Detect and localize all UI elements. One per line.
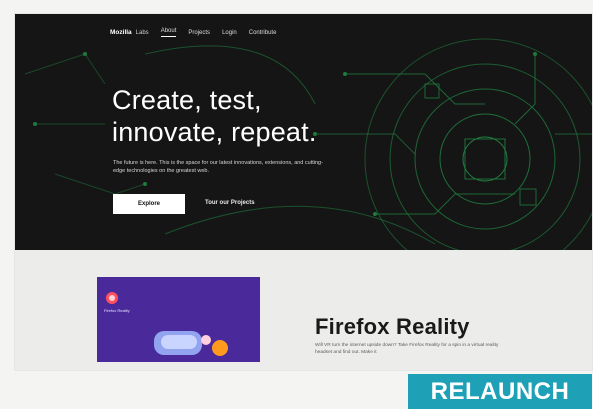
- nav-link-login[interactable]: Login: [222, 30, 237, 36]
- explore-button[interactable]: Explore: [113, 194, 185, 214]
- hero-subtext: The future is here. This is the space fo…: [113, 160, 323, 174]
- brand-logo[interactable]: Mozilla: [110, 29, 132, 36]
- hero-section: Mozilla Labs About Projects Login Contri…: [15, 14, 592, 250]
- orb-illustration: [212, 340, 228, 356]
- product-description: Will VR turn the internet upside down? T…: [315, 343, 499, 355]
- relaunch-badge: RELAUNCH: [408, 374, 592, 409]
- headline-line-1: Create, test,: [112, 85, 262, 115]
- nav-link-projects[interactable]: Projects: [188, 30, 210, 36]
- firefox-logo-icon: [106, 292, 118, 304]
- product-card-image[interactable]: Firefox Reality: [97, 277, 260, 362]
- vr-visor-highlight: [161, 335, 197, 349]
- headline-line-2: innovate, repeat.: [112, 117, 317, 147]
- orb-small-illustration: [201, 335, 211, 345]
- tour-projects-link[interactable]: Tour our Projects: [205, 200, 255, 206]
- product-title: Firefox Reality: [315, 314, 470, 339]
- top-navigation: Mozilla Labs About Projects Login Contri…: [110, 28, 276, 37]
- nav-link-contribute[interactable]: Contribute: [249, 30, 277, 36]
- brand-sub: Labs: [135, 29, 149, 36]
- nav-link-about[interactable]: About: [160, 28, 177, 37]
- hero-headline: Create, test, innovate, repeat.: [112, 84, 317, 148]
- card-label: Firefox Reality: [104, 308, 130, 313]
